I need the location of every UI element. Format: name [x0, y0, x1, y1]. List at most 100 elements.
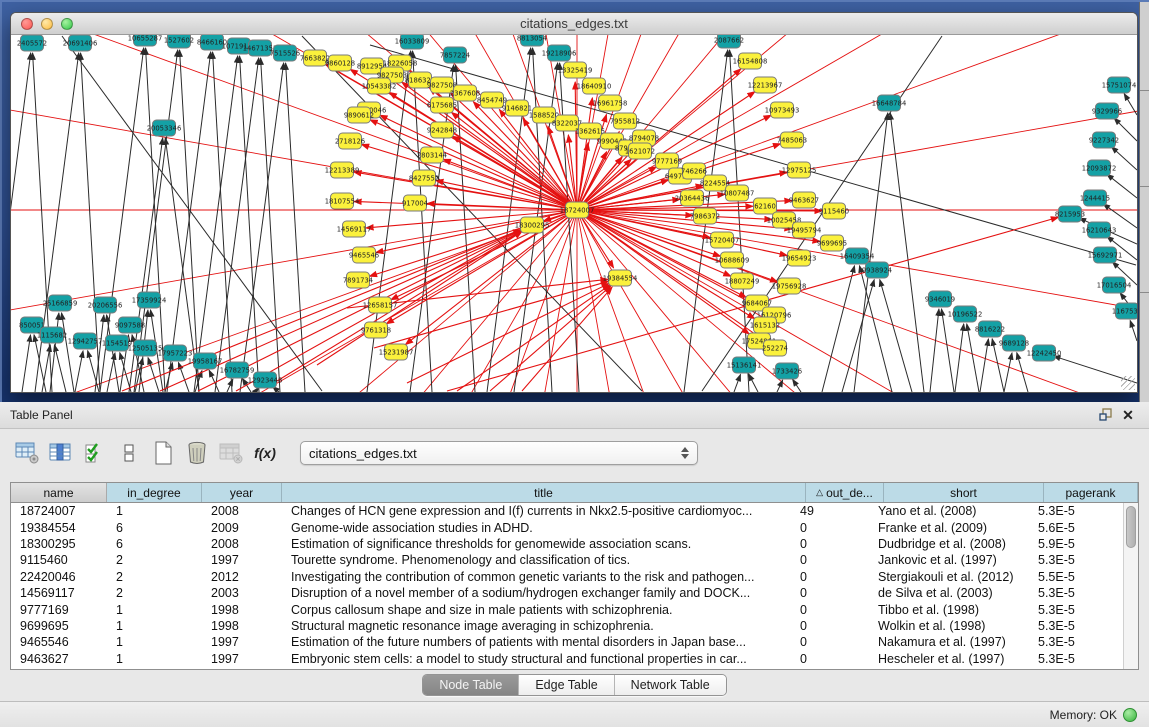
graph-node[interactable]: 9242848 [427, 122, 457, 138]
graph-node[interactable]: 20206556 [88, 297, 123, 313]
table-cell[interactable]: 1 [107, 652, 202, 666]
graph-node[interactable]: 19958167 [188, 353, 223, 369]
table-cell[interactable]: Changes of HCN gene expression and I(f) … [282, 504, 791, 518]
graph-node[interactable]: 9890612 [344, 107, 374, 123]
graph-node[interactable]: 20053346 [147, 120, 182, 136]
table-cell[interactable]: 2 [107, 570, 202, 584]
scrollbar-thumb[interactable] [1126, 506, 1136, 548]
table-cell[interactable]: 2 [107, 553, 202, 567]
graph-node[interactable]: 18640910 [577, 78, 612, 94]
table-cell[interactable]: 1 [107, 619, 202, 633]
table-cell[interactable]: 19384554 [11, 521, 107, 535]
column-header-short[interactable]: short [884, 483, 1044, 502]
graph-node[interactable]: 7485063 [777, 132, 807, 148]
graph-node[interactable]: 2087662 [714, 35, 744, 48]
table-cell[interactable]: 0 [791, 635, 869, 649]
graph-node[interactable]: 19654923 [782, 250, 817, 266]
table-cell[interactable]: 5.3E-5 [1029, 504, 1123, 518]
table-cell[interactable]: 1997 [202, 652, 282, 666]
graph-node[interactable]: 18107554 [325, 193, 360, 209]
table-cell[interactable]: 18300295 [11, 537, 107, 551]
table-cell[interactable]: Dudbridge et al. (2008) [869, 537, 1029, 551]
resize-grip-icon[interactable] [1121, 376, 1135, 390]
table-cell[interactable]: Disruption of a novel member of a sodium… [282, 586, 791, 600]
column-header-in_degree[interactable]: in_degree [107, 483, 202, 502]
table-cell[interactable]: 1 [107, 504, 202, 518]
table-row[interactable]: 1872400712008Changes of HCN gene express… [11, 503, 1123, 519]
graph-node[interactable]: 16154808 [733, 53, 768, 69]
graph-node[interactable]: 16648784 [872, 95, 907, 111]
column-header-title[interactable]: title [282, 483, 806, 502]
network-window-titlebar[interactable]: citations_edges.txt [11, 13, 1137, 35]
column-header-name[interactable]: name [11, 483, 107, 502]
graph-node[interactable]: 7857224 [440, 47, 470, 63]
graph-node[interactable]: 9146821 [502, 100, 532, 116]
graph-node[interactable]: 7986372 [690, 208, 720, 224]
graph-node[interactable]: 12213389 [325, 162, 360, 178]
table-cell[interactable]: 2 [107, 586, 202, 600]
select-columns-button[interactable] [82, 440, 108, 466]
memory-ok-indicator[interactable] [1123, 708, 1137, 722]
table-scrollbar[interactable] [1123, 503, 1138, 669]
graph-node[interactable]: 17016504 [1097, 277, 1132, 293]
graph-node[interactable]: 16210643 [1082, 222, 1117, 238]
graph-node[interactable]: 12093872 [1082, 160, 1117, 176]
table-cell[interactable]: 5.6E-5 [1029, 521, 1123, 535]
table-cell[interactable]: 1 [107, 603, 202, 617]
tab-node-table[interactable]: Node Table [423, 675, 518, 695]
table-cell[interactable]: Jankovic et al. (1997) [869, 553, 1029, 567]
tab-network-table[interactable]: Network Table [614, 675, 726, 695]
graph-node[interactable]: 9938924 [862, 262, 892, 278]
graph-node[interactable]: 20364436 [675, 190, 710, 206]
graph-node[interactable]: 15692971 [1088, 247, 1123, 263]
table-cell[interactable]: 9465546 [11, 635, 107, 649]
graph-node[interactable]: 917004 [402, 195, 428, 211]
float-panel-icon[interactable] [1095, 406, 1117, 424]
table-cell[interactable]: 22420046 [11, 570, 107, 584]
table-cell[interactable]: 9115460 [11, 553, 107, 567]
table-cell[interactable]: Embryonic stem cells: a model to study s… [282, 652, 791, 666]
network-canvas[interactable]: 2405572206914061065528715276028466160107… [11, 35, 1137, 392]
table-cell[interactable]: 0 [791, 553, 869, 567]
graph-node[interactable]: 10655287 [128, 35, 163, 46]
graph-node[interactable]: 9346019 [925, 291, 955, 307]
table-cell[interactable]: Estimation of the future numbers of pati… [282, 635, 791, 649]
function-builder-button[interactable]: f(x) [252, 440, 278, 466]
graph-node[interactable]: 10688609 [715, 252, 750, 268]
table-cell[interactable]: Structural magnetic resonance image aver… [282, 619, 791, 633]
graph-node[interactable]: 17359924 [132, 292, 167, 308]
graph-node[interactable]: 9463627 [789, 192, 819, 208]
table-cell[interactable]: Hescheler et al. (1997) [869, 652, 1029, 666]
graph-node[interactable]: 6175685 [427, 97, 457, 113]
row-height-button[interactable] [116, 440, 142, 466]
table-cell[interactable]: 6 [107, 521, 202, 535]
graph-node[interactable]: 10196522 [948, 306, 983, 322]
graph-node[interactable]: 2803144 [417, 147, 447, 163]
table-mode-button[interactable] [14, 440, 40, 466]
table-cell[interactable]: 1998 [202, 619, 282, 633]
table-cell[interactable]: 9463627 [11, 652, 107, 666]
graph-node[interactable]: 9329966 [1092, 103, 1122, 119]
graph-node[interactable]: 8813054 [517, 35, 547, 46]
graph-node[interactable]: 2367608 [450, 85, 480, 101]
table-cell[interactable]: 2009 [202, 521, 282, 535]
graph-node[interactable]: 16033809 [395, 35, 430, 49]
graph-node[interactable]: 9465546 [349, 247, 379, 263]
table-cell[interactable]: 1997 [202, 553, 282, 567]
graph-node[interactable]: 1167534 [1112, 303, 1137, 319]
table-cell[interactable]: 5.3E-5 [1029, 553, 1123, 567]
table-row[interactable]: 969969511998Structural magnetic resonanc… [11, 618, 1123, 634]
graph-node[interactable]: 9115460 [819, 203, 849, 219]
table-cell[interactable]: 2008 [202, 504, 282, 518]
graph-node[interactable]: 746266 [681, 163, 707, 179]
table-cell[interactable]: 0 [791, 603, 869, 617]
graph-node[interactable]: 1244415 [1080, 190, 1110, 206]
table-cell[interactable]: 5.3E-5 [1029, 635, 1123, 649]
graph-node[interactable]: 14569117 [337, 221, 372, 237]
graph-node[interactable]: 1733426 [772, 363, 802, 379]
graph-node[interactable]: 1615132 [750, 317, 780, 333]
graph-node[interactable]: 15231987 [379, 344, 414, 360]
table-cell[interactable]: 9699695 [11, 619, 107, 633]
show-columns-button[interactable] [48, 440, 74, 466]
graph-node[interactable]: 15136141 [727, 357, 762, 373]
